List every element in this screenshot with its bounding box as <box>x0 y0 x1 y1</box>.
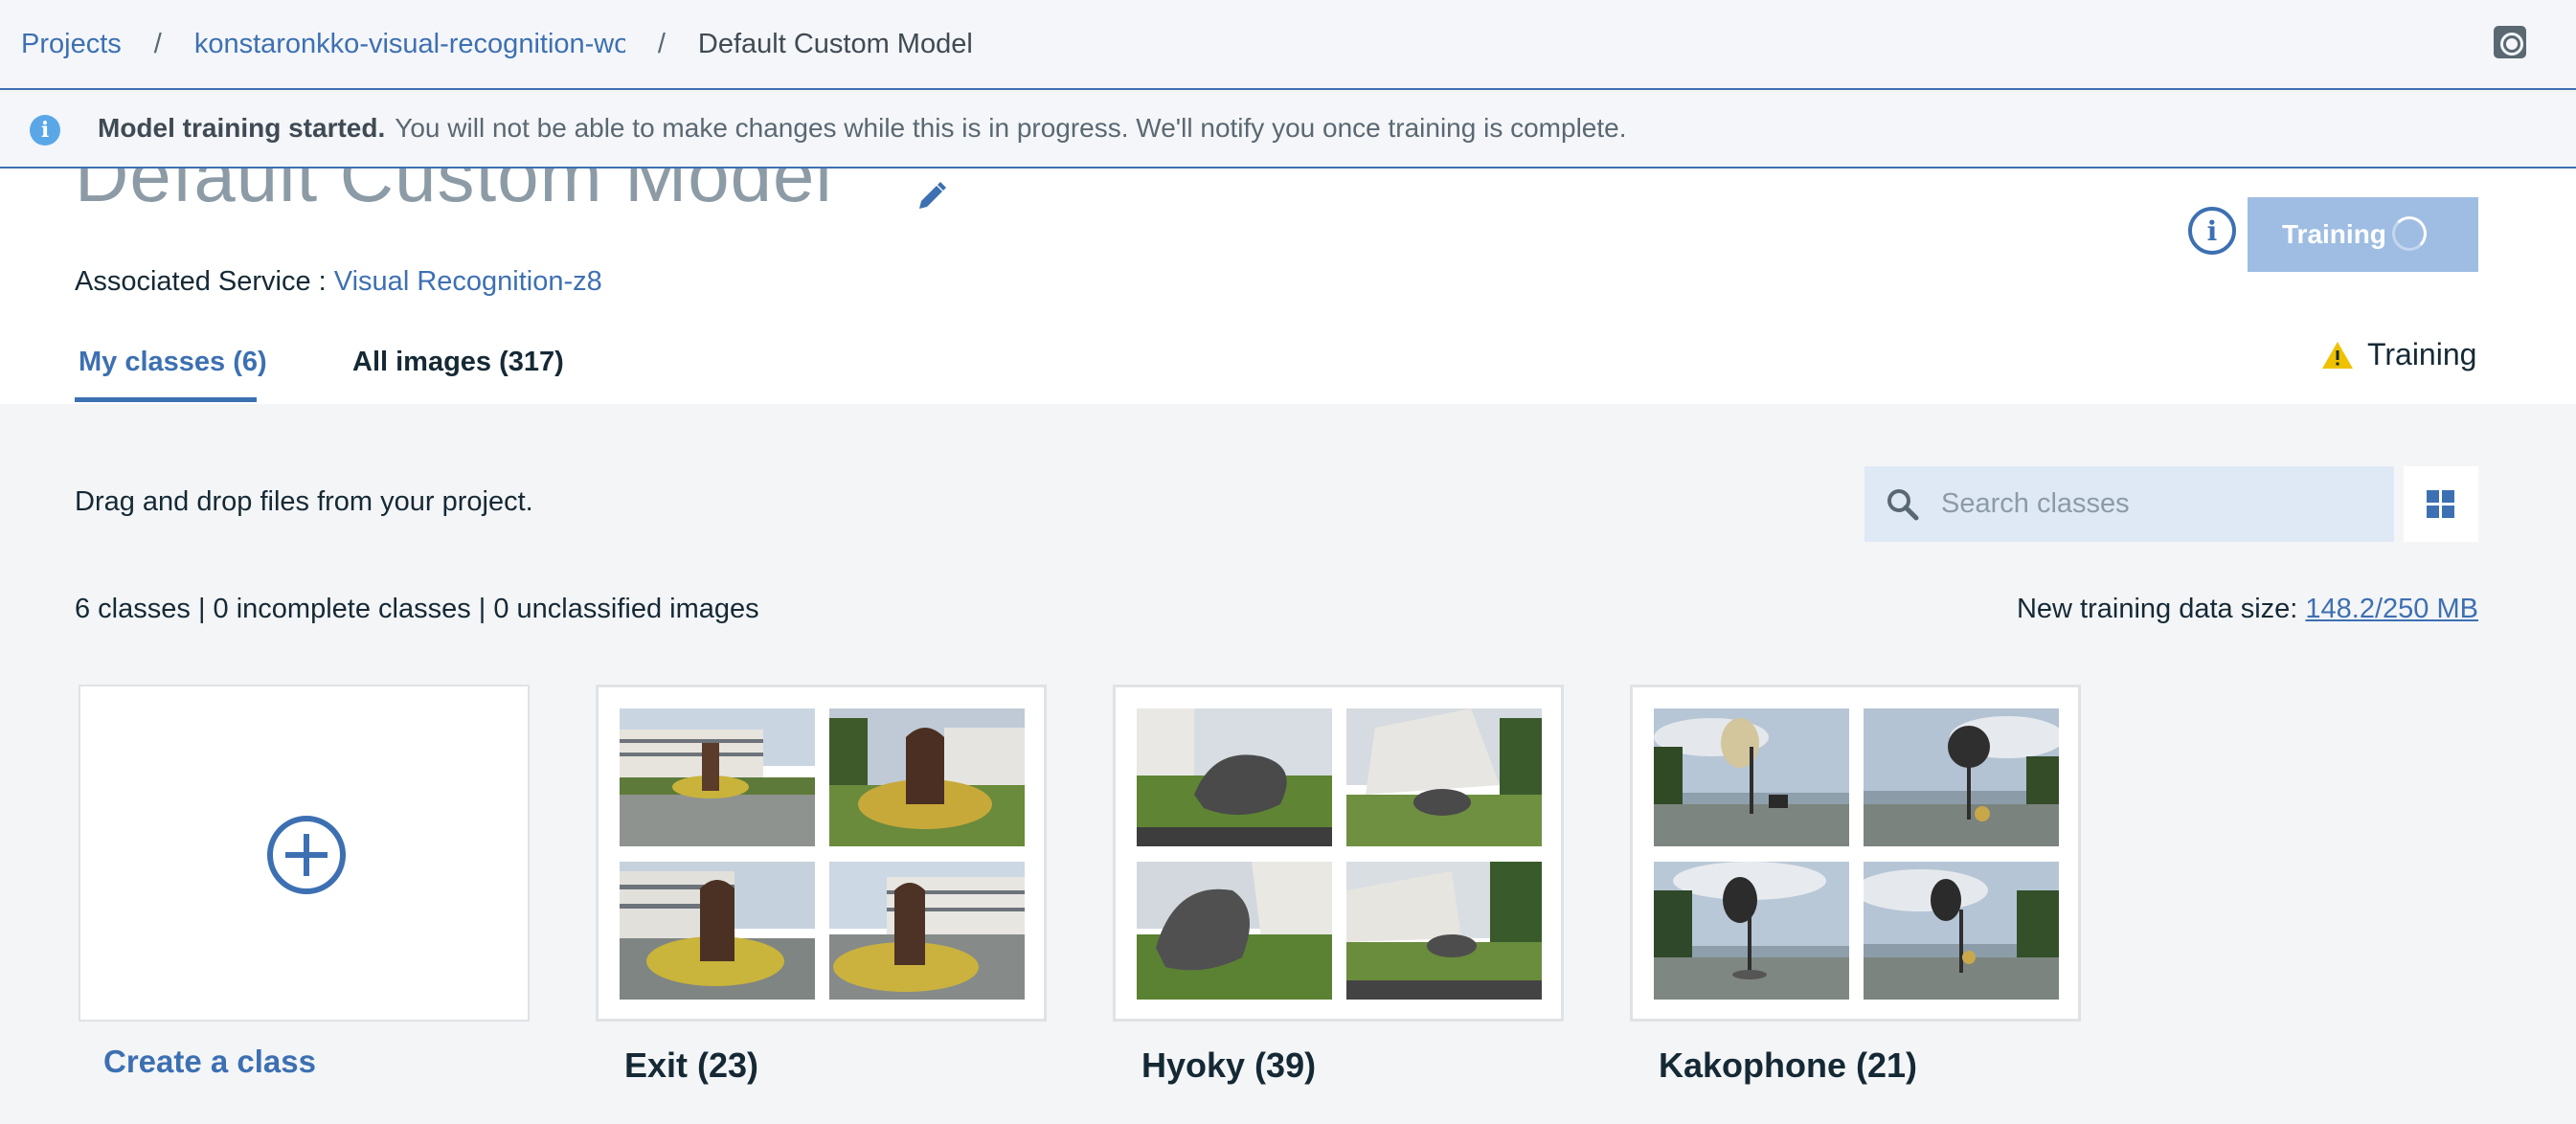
class-thumbnail <box>829 862 1025 1000</box>
search-input[interactable] <box>1941 466 2382 542</box>
class-thumbnail <box>620 862 815 1000</box>
datasize-label: New training data size: <box>2016 594 2306 624</box>
class-label[interactable]: Kakophone (21) <box>1659 1045 1917 1086</box>
training-data-size: New training data size: 148.2/250 MB <box>2017 594 2478 625</box>
associated-service-label: Associated Service : <box>75 266 334 297</box>
class-summary: 6 classes | 0 incomplete classes | 0 unc… <box>75 594 759 624</box>
grid-view-toggle[interactable] <box>2404 466 2478 542</box>
train-model-button[interactable]: Training <box>2248 197 2478 272</box>
spinner-icon <box>2392 216 2427 251</box>
create-class-link[interactable]: Create a class <box>103 1044 316 1080</box>
training-status: Training <box>2321 337 2476 372</box>
page-title: Default Custom Model <box>75 169 833 217</box>
app-root: Projects / konstaronkko-visual-recogniti… <box>0 0 2576 1124</box>
info-icon: i <box>30 115 60 146</box>
page-title-container: Default Custom Model <box>0 169 1053 236</box>
settings-icon[interactable] <box>2494 26 2526 58</box>
drag-drop-hint: Drag and drop files from your project. <box>75 486 533 517</box>
class-thumbnail <box>829 708 1025 846</box>
class-label[interactable]: Hyoky (39) <box>1141 1045 1316 1086</box>
tab-my-classes[interactable]: My classes (6) <box>79 347 267 378</box>
breadcrumb-project-link[interactable]: konstaronkko-visual-recognition-wo <box>194 29 625 60</box>
breadcrumb-separator: / <box>153 28 162 59</box>
banner-message: You will not be able to make changes whi… <box>395 113 1627 143</box>
add-circle-icon <box>267 816 346 894</box>
breadcrumb-separator: / <box>657 28 666 59</box>
associated-service: Associated Service : Visual Recognition-… <box>75 266 602 298</box>
breadcrumb-projects-link[interactable]: Projects <box>21 29 122 60</box>
breadcrumb: Projects / konstaronkko-visual-recogniti… <box>0 0 2576 90</box>
class-thumbnail <box>1346 862 1542 1000</box>
active-tab-indicator <box>75 397 257 402</box>
search-box <box>1864 466 2394 542</box>
datasize-link[interactable]: 148.2/250 MB <box>2305 594 2478 624</box>
class-thumbnail <box>1654 708 1849 846</box>
training-status-text: Training <box>2367 337 2477 371</box>
info-icon: i <box>2206 214 2218 247</box>
banner-title: Model training started. <box>98 113 386 143</box>
class-card-hyoky[interactable] <box>1113 685 1564 1022</box>
class-thumbnail <box>620 708 815 846</box>
tab-all-images[interactable]: All images (317) <box>352 347 564 378</box>
warning-icon <box>2322 341 2353 369</box>
class-thumbnail <box>1864 862 2059 1000</box>
create-class-card[interactable] <box>79 685 530 1022</box>
associated-service-link[interactable]: Visual Recognition-z8 <box>334 266 602 297</box>
breadcrumb-current: Default Custom Model <box>697 28 973 59</box>
model-info-button[interactable]: i <box>2188 207 2236 255</box>
search-icon <box>1887 489 1919 521</box>
class-thumbnail <box>1137 708 1332 846</box>
class-thumbnail <box>1346 708 1542 846</box>
class-label[interactable]: Exit (23) <box>624 1045 758 1086</box>
class-thumbnail <box>1864 708 2059 846</box>
edit-icon[interactable] <box>914 180 948 214</box>
class-card-kakophone[interactable] <box>1630 685 2081 1022</box>
notification-banner: i Model training started. You will not be… <box>0 92 2576 169</box>
class-card-exit[interactable] <box>596 685 1047 1022</box>
class-thumbnail <box>1137 862 1332 1000</box>
train-button-label: Training <box>2282 219 2386 249</box>
class-thumbnail <box>1654 862 1849 1000</box>
banner-text: Model training started. You will not be a… <box>98 113 1627 144</box>
